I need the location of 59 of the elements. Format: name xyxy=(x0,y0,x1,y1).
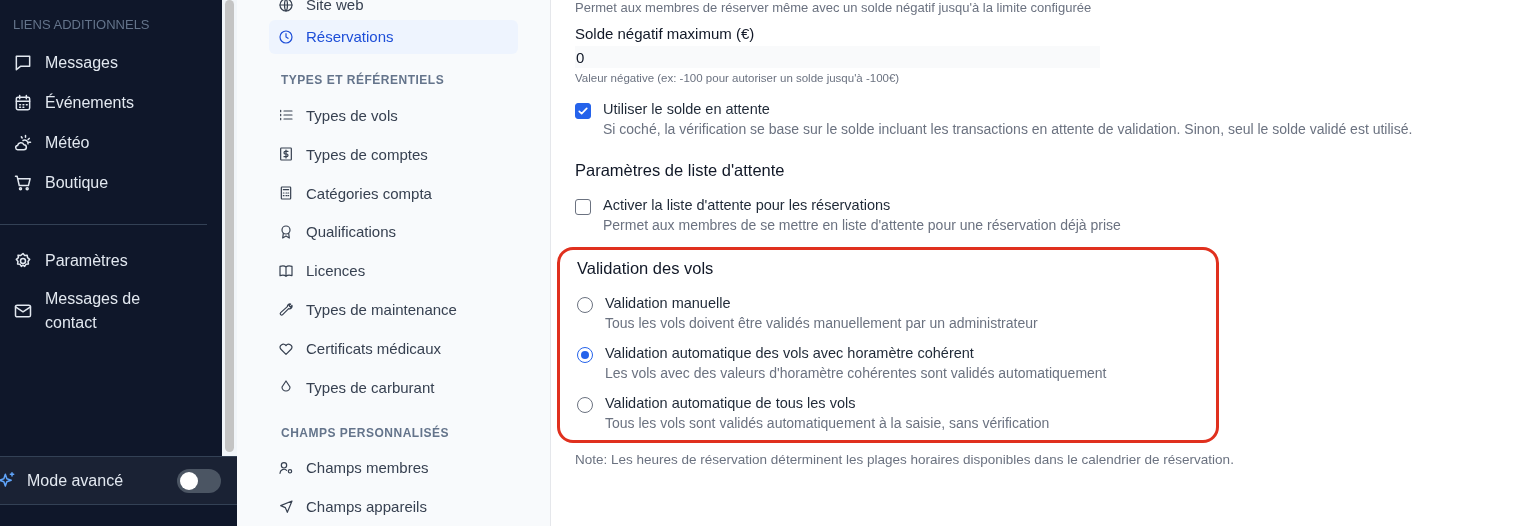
nav-link[interactable]: Site web xyxy=(269,0,518,14)
note-text: Note: Les heures de réservation déterminent les plages horaires disponibles dans le calendrier de réservation. xyxy=(575,452,1235,467)
sidebar-link[interactable]: Messages xyxy=(13,43,222,83)
book-icon xyxy=(278,262,294,279)
field-description: Permet aux membres de réserver même avec un solde négatif jusqu'à la limite configurée xyxy=(575,0,1093,15)
option-description: Si coché, la vérification se base sur le solde incluant les transactions en attente de validation. Sinon, seul le solde validé est utilisé. xyxy=(603,121,1413,137)
calculator-icon xyxy=(278,185,294,202)
option-label: Validation automatique de tous les vols xyxy=(605,395,857,411)
sidebar-link[interactable]: Événements xyxy=(13,83,222,123)
chat-bubble-icon xyxy=(13,53,33,73)
option-description: Tous les vols doivent être validés manuellement par un administrateur xyxy=(605,315,1038,331)
section-title: CHAMPS PERSONNALISÉS xyxy=(280,424,451,442)
nav-link[interactable]: Types de comptes xyxy=(269,134,518,174)
nav-link[interactable]: Types de vols xyxy=(269,95,518,135)
check-icon xyxy=(577,105,589,117)
section-heading: Paramètres de liste d'attente xyxy=(575,161,786,180)
section-title: TYPES ET RÉFÉRENTIELS xyxy=(280,71,446,90)
section-title: LIENS ADDITIONNELS xyxy=(13,17,151,32)
globe-icon xyxy=(278,0,294,13)
nav-link[interactable]: Certificats médicaux xyxy=(269,329,518,368)
sidebar-link[interactable]: Météo xyxy=(13,123,222,163)
checkbox[interactable] xyxy=(575,199,591,215)
sidebar-link[interactable]: Boutique xyxy=(13,163,222,203)
option-label: Utiliser le solde en attente xyxy=(603,101,771,117)
ribbon-icon xyxy=(278,223,294,240)
mail-icon xyxy=(13,301,33,321)
plane-icon xyxy=(278,498,294,515)
field-label: Solde négatif maximum (€) xyxy=(575,25,756,42)
dollar-icon xyxy=(278,146,294,163)
nav-link[interactable]: Catégories compta xyxy=(269,173,518,213)
toggle-switch[interactable] xyxy=(177,468,221,493)
nav-link[interactable]: Réservations xyxy=(269,19,518,55)
cart-icon xyxy=(13,173,33,193)
checkbox[interactable] xyxy=(575,103,591,119)
wrench-icon xyxy=(278,301,294,318)
scrollbar-thumb[interactable] xyxy=(225,0,234,452)
option-description: Permet aux membres de se mettre en liste d'attente pour une réservation déjà prise xyxy=(603,217,1121,233)
mode-label: Mode avancé xyxy=(27,471,125,490)
nav-link[interactable]: Champs membres xyxy=(269,448,518,488)
sidebar-link[interactable]: Paramètres xyxy=(13,241,222,281)
calendar-icon xyxy=(13,93,33,113)
nav-link[interactable]: Types de carburant xyxy=(269,367,518,407)
nav-link[interactable]: Champs appareils xyxy=(269,487,518,526)
option-description: Tous les vols sont validés automatiquement à la saisie, sans vérification xyxy=(605,415,1050,431)
clock-icon xyxy=(278,29,294,45)
number-input[interactable]: 0 xyxy=(575,46,1100,68)
option-description: Les vols avec des valeurs d'horamètre cohérentes sont validés automatiquement xyxy=(605,365,1107,381)
field-hint: Valeur négative (ex: -100 pour autoriser un solde jusqu'à -100€) xyxy=(575,72,901,84)
cloud-sun-icon xyxy=(13,133,33,153)
heart-icon xyxy=(278,340,294,357)
option-label: Validation automatique des vols avec horamètre cohérent xyxy=(605,345,975,361)
nav-link[interactable]: Types de maintenance xyxy=(269,290,518,330)
option-label: Activer la liste d'attente pour les réservations xyxy=(603,197,892,213)
nav-link[interactable]: Licences xyxy=(269,251,518,291)
sidebar-link[interactable]: Messages de contact xyxy=(13,283,222,339)
user-icon xyxy=(278,459,294,476)
option-label: Validation manuelle xyxy=(605,295,732,311)
nav-link[interactable]: Qualifications xyxy=(269,212,518,252)
section-heading: Validation des vols xyxy=(577,259,715,278)
